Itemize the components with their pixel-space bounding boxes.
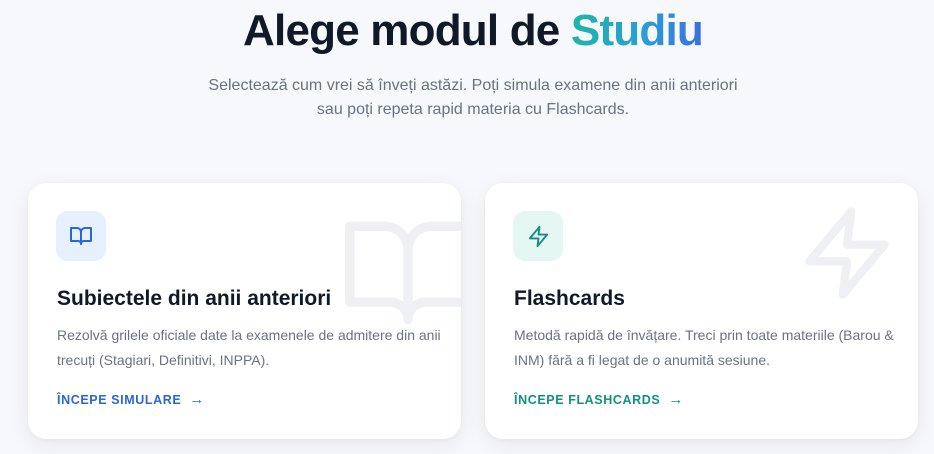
page-title: Alege modul de Studiu	[0, 4, 934, 58]
page-title-prefix: Alege modul de	[243, 6, 560, 55]
cta-label: ÎNCEPE SIMULARE	[57, 392, 182, 407]
lightning-icon-box	[513, 211, 563, 261]
study-mode-page: Alege modul de Studiu Selectează cum vre…	[0, 0, 934, 454]
start-simulation-button[interactable]: ÎNCEPE SIMULARE →	[57, 392, 205, 407]
card-title: Flashcards	[514, 287, 625, 310]
card-description: Metodă rapidă de învățare. Treci prin to…	[514, 327, 894, 368]
lightning-watermark-icon	[805, 207, 889, 299]
start-flashcards-button[interactable]: ÎNCEPE FLASHCARDS →	[514, 392, 684, 407]
page-subtitle: Selectează cum vrei să înveți astăzi. Po…	[0, 74, 934, 122]
book-open-icon	[70, 227, 92, 245]
arrow-right-icon: →	[668, 391, 684, 408]
book-open-icon-box	[56, 211, 106, 261]
book-open-watermark-icon	[345, 221, 461, 325]
card-description: Rezolvă grilele oficiale date la examene…	[57, 327, 441, 368]
flashcards-card[interactable]: Flashcards Metodă rapidă de învățare. Tr…	[485, 183, 918, 439]
lightning-icon	[528, 225, 548, 247]
card-title: Subiectele din anii anteriori	[57, 287, 332, 310]
page-subtitle-line: Selectează cum vrei să înveți astăzi. Po…	[208, 77, 738, 94]
page-title-accent: Studiu	[570, 6, 704, 55]
page-subtitle-line: sau poți repeta rapid materia cu Flashca…	[316, 101, 630, 118]
cta-label: ÎNCEPE FLASHCARDS	[514, 392, 661, 407]
past-exams-card[interactable]: Subiectele din anii anteriori Rezolvă gr…	[28, 183, 461, 439]
arrow-right-icon: →	[189, 391, 205, 408]
